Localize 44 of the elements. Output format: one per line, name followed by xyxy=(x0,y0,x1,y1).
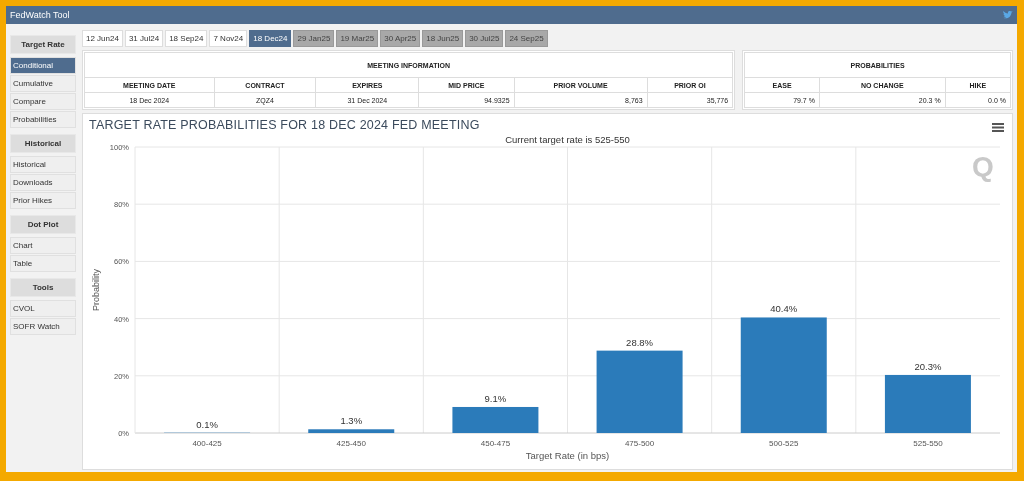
chart-subtitle: Current target rate is 525-550 xyxy=(505,136,630,145)
date-tab[interactable]: 7 Nov24 xyxy=(209,30,248,47)
sidebar-heading: Historical xyxy=(10,134,76,153)
x-tick-label: 525-550 xyxy=(913,439,943,448)
sidebar-item[interactable]: Downloads xyxy=(10,174,76,191)
x-tick-label: 475-500 xyxy=(624,439,655,448)
window-title: FedWatch Tool xyxy=(10,10,70,20)
menu-icon[interactable] xyxy=(992,123,1004,133)
x-tick-label: 400-425 xyxy=(192,439,222,448)
date-tab[interactable]: 30 Apr25 xyxy=(380,30,421,47)
value-label: 1.3% xyxy=(340,415,363,427)
date-tab[interactable]: 18 Sep24 xyxy=(165,30,208,47)
date-tab[interactable]: 12 Jun24 xyxy=(82,30,123,47)
date-tab[interactable]: 18 Dec24 xyxy=(249,30,292,47)
x-tick-label: 500-525 xyxy=(769,439,799,448)
sidebar-item[interactable]: CVOL xyxy=(10,300,76,317)
sidebar-item[interactable]: Chart xyxy=(10,237,76,254)
date-tab[interactable]: 18 Jun25 xyxy=(422,30,464,47)
value-label: 0.1% xyxy=(196,418,218,430)
chart-title: TARGET RATE PROBABILITIES FOR 18 DEC 2024 FED MEETING xyxy=(89,118,480,132)
value-label: 40.4% xyxy=(770,303,798,315)
sidebar-item[interactable]: Historical xyxy=(10,156,76,173)
x-tick-label: 450-475 xyxy=(480,439,511,448)
date-tab[interactable]: 24 Sep25 xyxy=(505,30,548,47)
sidebar-item[interactable]: Cumulative xyxy=(10,75,76,92)
sidebar-item[interactable]: Table xyxy=(10,255,76,272)
value-label: 9.1% xyxy=(484,392,507,404)
date-tab[interactable]: 19 Mar25 xyxy=(336,30,379,47)
sidebar-item[interactable]: Prior Hikes xyxy=(10,192,76,209)
date-tab[interactable]: 31 Jul24 xyxy=(124,30,164,47)
x-axis-title: Target Rate (in bps) xyxy=(525,450,610,461)
sidebar-heading: Target Rate xyxy=(10,35,76,54)
value-label: 28.8% xyxy=(626,336,654,348)
sidebar-heading: Tools xyxy=(10,278,76,297)
sidebar-item[interactable]: Probabilities xyxy=(10,111,76,128)
date-tab[interactable]: 29 Jan25 xyxy=(293,30,335,47)
value-label: 20.3% xyxy=(914,360,942,372)
date-tab[interactable]: 30 Jul25 xyxy=(465,30,504,47)
sidebar-item[interactable]: Conditional xyxy=(10,57,76,74)
sidebar-item[interactable]: Compare xyxy=(10,93,76,110)
sidebar-item[interactable]: SOFR Watch xyxy=(10,318,76,335)
y-axis-title: Probability xyxy=(91,269,101,311)
x-tick-label: 425-450 xyxy=(336,439,366,448)
sidebar-heading: Dot Plot xyxy=(10,215,76,234)
